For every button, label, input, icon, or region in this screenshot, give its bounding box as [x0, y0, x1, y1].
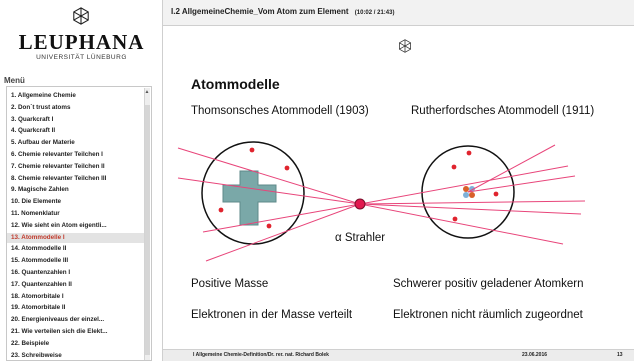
thomson-mass-text: Positive Masse: [191, 278, 269, 290]
playback-time: (10:02 / 21:43): [354, 10, 395, 16]
menu-item[interactable]: 4. Quarkcraft II: [11, 126, 143, 136]
thomson-electrons-text: Elektronen in der Masse verteilt: [191, 309, 353, 321]
rutherford-mass-text: Schwerer positiv geladener Atomkern: [393, 278, 584, 290]
atom-models-diagram: [177, 141, 586, 262]
electron: [452, 216, 458, 222]
scroll-up-icon[interactable]: ▲: [144, 89, 150, 95]
menu-item[interactable]: 22. Beispiele: [11, 339, 143, 349]
leuphana-logo-icon: [73, 7, 89, 25]
menu-item[interactable]: 9. Magische Zahlen: [11, 185, 143, 195]
nucleus-proton: [469, 192, 475, 198]
menu-item[interactable]: 8. Chemie relevanter Teilchen III: [11, 174, 143, 184]
menu-item[interactable]: 7. Chemie relevanter Teilchen II: [11, 162, 143, 172]
menu-item[interactable]: 15. Atommodelle III: [11, 256, 143, 266]
electron: [266, 223, 272, 229]
sidebar: LEUPHANA UNIVERSITÄT LÜNEBURG Menü 1. Al…: [0, 0, 163, 361]
menu-item[interactable]: 16. Quantenzahlen I: [11, 268, 143, 278]
footer-date: 23.06.2016: [522, 352, 548, 358]
player-header: I.2 AllgemeineChemie_Vom Atom zum Elemen…: [163, 0, 634, 26]
menu-item[interactable]: 19. Atomorbitale II: [11, 303, 143, 313]
logo: LEUPHANA UNIVERSITÄT LÜNEBURG: [0, 0, 163, 70]
menu-item[interactable]: 1. Allgemeine Chemie: [11, 91, 143, 101]
menu-item[interactable]: 23. Schreibweise: [11, 351, 143, 360]
slide: Atommodelle Thomsonsches Atommodell (190…: [163, 26, 634, 349]
nucleus-neutron: [463, 192, 469, 198]
slide-footer: I Allgemeine Chemie-Definition/Dr. rer. …: [163, 349, 634, 361]
nucleus-proton: [463, 186, 469, 192]
menu-item[interactable]: 18. Atomorbitale I: [11, 292, 143, 302]
positive-mass-cross: [222, 170, 277, 226]
scrollbar-thumb[interactable]: [145, 105, 150, 355]
electron: [451, 164, 457, 170]
menu-item[interactable]: 20. Energieniveaus der einzel...: [11, 315, 143, 325]
menu-item[interactable]: 12. Wie sieht ein Atom eigentli...: [11, 221, 143, 231]
title-text: I.2 AllgemeineChemie_Vom Atom zum Elemen…: [171, 7, 349, 16]
menu-item[interactable]: 2. Don´t trust atoms: [11, 103, 143, 113]
electron: [284, 165, 290, 171]
brand-subtitle: UNIVERSITÄT LÜNEBURG: [36, 54, 127, 61]
menu-item[interactable]: 17. Quantenzahlen II: [11, 280, 143, 290]
menu-item[interactable]: 3. Quarkcraft I: [11, 115, 143, 125]
menu-item[interactable]: 6. Chemie relevanter Teilchen I: [11, 150, 143, 160]
menu-item[interactable]: 11. Nomenklatur: [11, 209, 143, 219]
alpha-source: [354, 198, 366, 210]
electron: [466, 150, 472, 156]
menu-list[interactable]: 1. Allgemeine Chemie 2. Don´t trust atoms…: [6, 86, 152, 361]
menu-item[interactable]: 13. Atommodelle I: [7, 232, 145, 243]
footer-page-number: 13: [617, 352, 623, 358]
presentation-title: I.2 AllgemeineChemie_Vom Atom zum Elemen…: [171, 7, 394, 16]
brand-name: LEUPHANA: [18, 30, 145, 54]
menu-item[interactable]: 5. Aufbau der Materie: [11, 138, 143, 148]
menu-item[interactable]: 10. Die Elemente: [11, 197, 143, 207]
footer-author: I Allgemeine Chemie-Definition/Dr. rer. …: [193, 352, 329, 358]
app-window: LEUPHANA UNIVERSITÄT LÜNEBURG Menü 1. Al…: [0, 0, 634, 361]
electron: [218, 207, 224, 213]
rutherford-electrons-text: Elektronen nicht räumlich zugeordnet: [393, 309, 583, 321]
menu-item[interactable]: 21. Wie verteilen sich die Elekt...: [11, 327, 143, 337]
menu-item[interactable]: 14. Atommodelle II: [11, 244, 143, 254]
electron: [249, 147, 255, 153]
electron: [493, 191, 499, 197]
menu-title: Menü: [4, 76, 25, 85]
alpha-label: α Strahler: [335, 232, 386, 244]
